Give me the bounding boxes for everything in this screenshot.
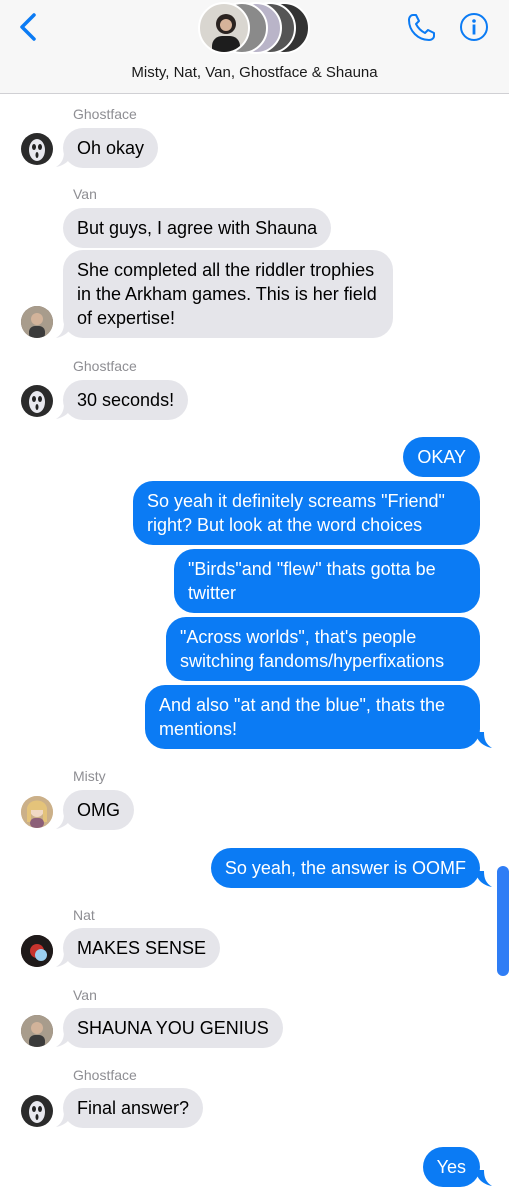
group-avatars[interactable] (196, 0, 316, 54)
info-icon[interactable] (459, 12, 489, 42)
avatar[interactable] (21, 385, 53, 417)
avatar[interactable] (21, 306, 53, 338)
message-bubble[interactable]: OMG (63, 790, 134, 830)
message-bubble[interactable]: She completed all the riddler trophies i… (63, 250, 393, 338)
avatar (198, 2, 250, 54)
avatar[interactable] (21, 935, 53, 967)
message-bubble[interactable]: MAKES SENSE (63, 928, 221, 968)
message-bubble[interactable]: Oh okay (63, 128, 159, 168)
sender-name: Misty (73, 768, 106, 784)
message-bubble[interactable]: SHAUNA YOU GENIUS (63, 1008, 283, 1048)
sender-name: Van (73, 186, 97, 202)
sender-name: Van (73, 987, 97, 1003)
sender-name: Ghostface (73, 106, 137, 122)
conversation-header: Misty, Nat, Van, Ghostface & Shauna (0, 0, 509, 94)
message-bubble[interactable]: So yeah it definitely screams "Friend" r… (133, 481, 480, 545)
sender-name: Ghostface (73, 1067, 137, 1083)
message-bubble[interactable]: But guys, I agree with Shauna (63, 208, 332, 248)
avatar[interactable] (21, 1095, 53, 1127)
sender-name: Nat (73, 907, 95, 923)
message-bubble[interactable]: 30 seconds! (63, 380, 189, 420)
group-title[interactable]: Misty, Nat, Van, Ghostface & Shauna (0, 64, 509, 81)
avatar[interactable] (21, 1015, 53, 1047)
avatar[interactable] (21, 133, 53, 165)
sender-name: Ghostface (73, 358, 137, 374)
message-bubble[interactable]: Yes (422, 1147, 480, 1187)
message-bubble[interactable]: "Across worlds", that's people switching… (166, 617, 480, 681)
message-bubble[interactable]: And also "at and the blue", thats the me… (145, 685, 480, 749)
message-bubble[interactable]: Final answer? (63, 1088, 204, 1128)
avatar[interactable] (21, 796, 53, 828)
message-bubble[interactable]: OKAY (403, 437, 480, 477)
chevron-left-icon[interactable] (14, 12, 44, 42)
message-bubble[interactable]: So yeah, the answer is OOMF (210, 848, 480, 888)
message-bubble[interactable]: "Birds"and "flew" thats gotta be twitter (174, 549, 480, 613)
phone-icon[interactable] (405, 12, 437, 44)
scrollbar[interactable] (497, 866, 509, 976)
